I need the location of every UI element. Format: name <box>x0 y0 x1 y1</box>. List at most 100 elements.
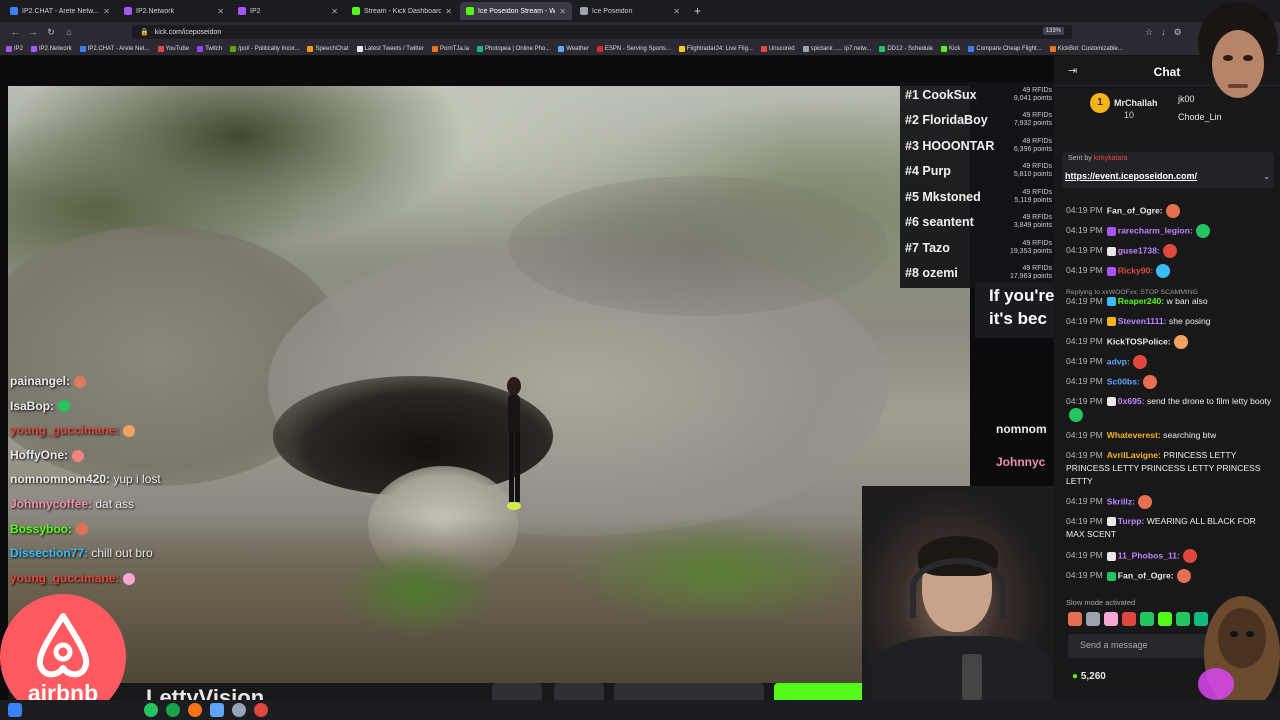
points-leaderboard: #1 CookSux 49 RFIDs 9,041 points #2 Florida… <box>900 82 1054 288</box>
reload-icon[interactable]: ↻ <box>42 27 60 38</box>
pinned-link[interactable]: https://event.iceposeidon.com/ <box>1065 171 1197 181</box>
bookmark-item[interactable]: Weather <box>558 45 589 52</box>
overlay-chat-user: Johnnycoffee: <box>10 497 93 511</box>
video-player[interactable] <box>8 86 970 683</box>
bookmark-item[interactable]: IP2 <box>6 45 24 52</box>
bookmark-item[interactable]: spictank ..... ip7.netw... <box>802 45 871 52</box>
chat-username[interactable]: 0x695: <box>1118 396 1145 406</box>
user-badge-icon <box>1106 517 1116 527</box>
channel-name[interactable]: LettyVision <box>146 685 264 700</box>
bookmark-item[interactable]: ESPN - Serving Sports... <box>596 45 671 52</box>
top-gifter-name[interactable]: MrChallah <box>1114 98 1158 108</box>
bookmark-item[interactable]: PornTJa.ia <box>431 45 469 52</box>
pinned-message[interactable]: Sent by kirkykatara https://event.icepos… <box>1062 152 1274 188</box>
leaderboard-points: 19,353 points <box>1009 247 1052 255</box>
bookmark-item[interactable]: DD12 - Schedule <box>879 45 933 52</box>
bookmark-item[interactable]: Compare Cheap Flight... <box>968 45 1042 52</box>
spotify-icon[interactable] <box>144 703 158 717</box>
gift-subs-button[interactable] <box>614 683 764 700</box>
browser-tab[interactable]: IP2.CHAT - Arete Netw... ✕ <box>4 2 116 20</box>
address-bar[interactable]: 🔒 kick.com/iceposeidon 133% <box>132 25 1072 39</box>
close-icon[interactable]: ✕ <box>559 7 566 16</box>
browser-tab[interactable]: Ice Poseidon ✕ <box>574 2 686 20</box>
downloads-icon[interactable]: ↓ <box>1161 27 1166 37</box>
chat-username[interactable]: Skrillz: <box>1107 496 1135 506</box>
bookmark-favicon-icon <box>79 45 86 52</box>
leaderboard-rfids: 49 RFIDs <box>1022 265 1052 272</box>
chat-username[interactable]: 11_Phobos_11: <box>1118 550 1180 560</box>
bookmark-label: Twitch <box>205 45 223 52</box>
app-icon[interactable] <box>166 703 180 717</box>
leaderboard-row: #4 Purp 49 RFIDs 5,810 points <box>900 159 1054 184</box>
bookmark-item[interactable]: SpeechChat <box>307 45 349 52</box>
leaderboard-row: #6 seantent 49 RFIDs 3,849 points <box>900 210 1054 235</box>
bookmark-item[interactable]: Latest Tweets / Twitter <box>356 45 424 52</box>
bookmark-item[interactable]: Flightradar24: Live Flig... <box>678 45 753 52</box>
tab-favicon-icon <box>10 7 18 15</box>
leaderboard-rfids: 49 RFIDs <box>1022 137 1052 145</box>
chat-username[interactable]: Steven1111: <box>1118 316 1167 326</box>
hiker-figure <box>507 377 521 510</box>
bookmark-label: Latest Tweets / Twitter <box>364 45 424 52</box>
firefox-icon[interactable] <box>188 703 202 717</box>
tab-label: Ice Poseidon Stream - Wat... <box>478 7 556 15</box>
bookmark-item[interactable]: YouTube <box>157 45 189 52</box>
browser-tab[interactable]: IP2 ✕ <box>232 2 344 20</box>
more-button[interactable] <box>554 683 604 700</box>
new-tab-icon[interactable]: + <box>694 4 701 18</box>
chat-username[interactable]: advp: <box>1107 356 1130 366</box>
bookmark-label: KickBot: Customizable... <box>1057 45 1123 52</box>
close-icon[interactable]: ✕ <box>673 7 680 16</box>
bookmark-item[interactable]: Unscored <box>760 45 795 52</box>
bookmark-label: Photopea | Online Pho... <box>485 45 551 52</box>
bookmark-item[interactable]: /pol/ - Politically Incor... <box>230 45 299 52</box>
browser-tab[interactable]: IP2.Network ✕ <box>118 2 230 20</box>
chevron-down-icon[interactable]: ⌄ <box>1263 172 1270 181</box>
browser-tab[interactable]: Ice Poseidon Stream - Wat...✕ <box>460 2 572 20</box>
bookmark-label: IP2 <box>14 45 24 52</box>
chat-username[interactable]: Reaper240: <box>1118 296 1164 306</box>
chat-username[interactable]: Ricky90: <box>1118 265 1153 275</box>
chat-message: 04:19 PM Reaper240: w ban also <box>1066 295 1276 308</box>
leaderboard-rfids: 49 RFIDs <box>1022 86 1052 94</box>
share-button[interactable] <box>492 683 542 700</box>
extensions-icon[interactable]: ⚙ <box>1174 27 1182 38</box>
bookmark-star-icon[interactable]: ☆ <box>1145 27 1153 38</box>
chat-username[interactable]: guse1738: <box>1118 245 1160 255</box>
close-icon[interactable]: ✕ <box>217 7 224 16</box>
chat-username[interactable]: rarecharm_legion: <box>1118 225 1193 235</box>
home-icon[interactable]: ⌂ <box>60 27 78 37</box>
chat-username[interactable]: Turpp: <box>1118 516 1145 526</box>
tab-label: IP2 <box>250 7 261 15</box>
close-icon[interactable]: ✕ <box>331 7 338 16</box>
steam-icon[interactable] <box>210 703 224 717</box>
chat-message: 04:19 PM Fan_of_Ogre: <box>1066 569 1276 583</box>
chat-username[interactable]: AvrilLavigne: <box>1107 450 1161 460</box>
emote-quick-bar[interactable] <box>1068 612 1208 626</box>
bookmark-item[interactable]: Twitch <box>197 45 223 52</box>
browser-tab[interactable]: Stream - Kick Dashboard ✕ <box>346 2 458 20</box>
chat-username[interactable]: Whateverest: <box>1107 430 1161 440</box>
settings-icon[interactable] <box>232 703 246 717</box>
leaderboard-stats: 49 RFIDs 17,963 points <box>1010 265 1052 281</box>
bookmark-item[interactable]: IP2.CHAT - Arete Net... <box>79 45 150 52</box>
close-icon[interactable]: ✕ <box>445 7 452 16</box>
zoom-level[interactable]: 133% <box>1042 27 1064 35</box>
chat-username[interactable]: Sc00bs: <box>1107 376 1140 386</box>
back-icon[interactable]: ← <box>6 27 24 37</box>
chat-message: 04:19 PM 11_Phobos_11: <box>1066 549 1276 563</box>
channel-points[interactable]: ● 5,260 <box>1072 671 1106 682</box>
close-icon[interactable]: ✕ <box>103 7 110 16</box>
chat-username[interactable]: KickTOSPolice: <box>1107 336 1171 346</box>
obs-icon[interactable] <box>254 703 268 717</box>
bookmark-item[interactable]: Kick <box>941 45 960 52</box>
chat-username[interactable]: Fan_of_Ogre: <box>1118 570 1174 580</box>
bookmark-item[interactable]: Photopea | Online Pho... <box>477 45 551 52</box>
chat-message: 04:19 PM rarecharm_legion: <box>1066 224 1276 238</box>
windows-start-icon[interactable] <box>8 703 22 717</box>
leaderboard-stats: 49 RFIDs 7,932 points <box>1014 112 1052 128</box>
bookmark-item[interactable]: KickBot: Customizable... <box>1049 45 1123 52</box>
forward-icon[interactable]: → <box>24 27 42 37</box>
bookmark-item[interactable]: IP2.Network <box>31 45 72 52</box>
chat-username[interactable]: Fan_of_Ogre: <box>1107 205 1163 215</box>
